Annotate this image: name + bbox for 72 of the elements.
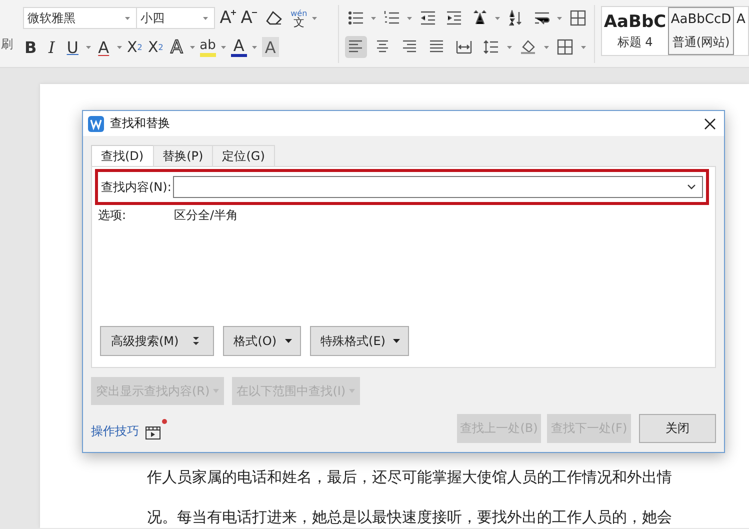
character-spacing-icon[interactable] xyxy=(472,10,488,26)
options-value: 区分全/半角 xyxy=(174,207,238,224)
sort-icon[interactable] xyxy=(508,10,524,26)
caret-icon xyxy=(312,16,318,20)
line-wrap-icon[interactable] xyxy=(534,10,550,26)
style-item[interactable]: AaBbCcD 普通(网站) xyxy=(668,7,734,55)
pinyin-button[interactable]: wén 文 xyxy=(290,8,308,28)
strikethrough-button[interactable]: A xyxy=(96,37,112,57)
font-color-button[interactable]: A xyxy=(230,37,247,57)
caret-icon xyxy=(284,339,292,343)
caret-icon xyxy=(407,16,412,20)
caret-icon xyxy=(557,16,562,20)
caret-icon xyxy=(393,339,400,343)
video-icon[interactable] xyxy=(145,424,161,440)
paint-bucket-icon[interactable] xyxy=(520,39,536,55)
options-label: 选项: xyxy=(98,207,128,224)
document-text: 作人员家属的电话和姓名，最后，还尽可能掌握大使馆人员的工作情况和外出情 xyxy=(147,468,673,487)
caret-icon xyxy=(202,16,208,20)
border-icon[interactable] xyxy=(557,39,574,55)
toolbar-label: 刷 xyxy=(1,36,14,53)
tab[interactable]: 查找(D) xyxy=(91,145,154,166)
decrease-indent-icon[interactable] xyxy=(420,10,436,26)
dropdown-button[interactable]: 特殊格式(E) xyxy=(310,326,410,356)
bold-button[interactable]: B xyxy=(22,37,39,57)
app-logo-icon xyxy=(88,116,104,132)
grow-font-button[interactable]: A xyxy=(220,8,236,28)
chevron-icon[interactable] xyxy=(687,184,696,190)
caret-icon xyxy=(507,46,512,48)
table-icon[interactable] xyxy=(570,10,586,26)
tips-link[interactable]: 操作技巧 xyxy=(91,422,139,440)
script-button[interactable]: X$^{2}$ xyxy=(126,37,143,57)
italic-button[interactable]: I xyxy=(44,37,60,57)
tab[interactable]: 定位(G) xyxy=(212,145,275,166)
window-title: 查找和替换 xyxy=(110,115,170,132)
highlight-button[interactable]: ab xyxy=(200,37,216,57)
style-item[interactable]: A xyxy=(734,7,748,55)
distribute-icon[interactable] xyxy=(456,39,472,55)
tab[interactable]: 替换(P) xyxy=(152,145,214,166)
caret-icon xyxy=(371,16,376,20)
minus-icon xyxy=(252,10,257,15)
field-label: 查找内容(N): xyxy=(101,178,172,196)
caret-icon xyxy=(495,16,500,20)
dialog-button[interactable]: 关闭 xyxy=(639,414,716,442)
font-name-field[interactable]: 微软雅黑 xyxy=(22,7,137,29)
text-effect-button[interactable]: A xyxy=(168,37,185,57)
caret-icon xyxy=(190,46,195,48)
caret-icon xyxy=(581,46,586,48)
bullet-list-icon[interactable] xyxy=(348,10,364,26)
shrink-font-button[interactable]: A xyxy=(240,8,257,28)
numbered-list-icon[interactable] xyxy=(384,10,400,26)
caret-icon xyxy=(116,46,122,48)
plus-icon xyxy=(230,10,236,15)
caret-icon xyxy=(86,46,91,48)
caret-icon xyxy=(252,46,257,48)
double-caret-icon xyxy=(192,337,199,345)
character-shading-button[interactable]: A xyxy=(262,37,279,57)
close-icon[interactable] xyxy=(704,118,716,130)
increase-indent-icon[interactable] xyxy=(446,10,462,26)
style-item[interactable]: AaBbC 标题 4 xyxy=(602,7,668,55)
justify-icon[interactable] xyxy=(429,39,446,55)
dropdown-button[interactable]: 格式(O) xyxy=(222,326,301,356)
dropdown-button[interactable]: 高级搜索(M) xyxy=(100,326,214,356)
underline-button[interactable]: U xyxy=(64,37,81,57)
caret-icon xyxy=(124,16,130,20)
font-size-field[interactable]: 小四 xyxy=(136,7,215,29)
line-spacing-icon[interactable] xyxy=(483,39,500,55)
caret-icon xyxy=(544,46,550,48)
search-field[interactable] xyxy=(173,176,703,198)
document-text: 况。每当有电话打进来，她总是以最快速度接听，要找外出的工作人员的，她会 xyxy=(147,508,673,527)
eraser-icon[interactable] xyxy=(266,11,282,25)
align-right-icon[interactable] xyxy=(402,39,418,55)
caret-icon xyxy=(220,46,226,48)
